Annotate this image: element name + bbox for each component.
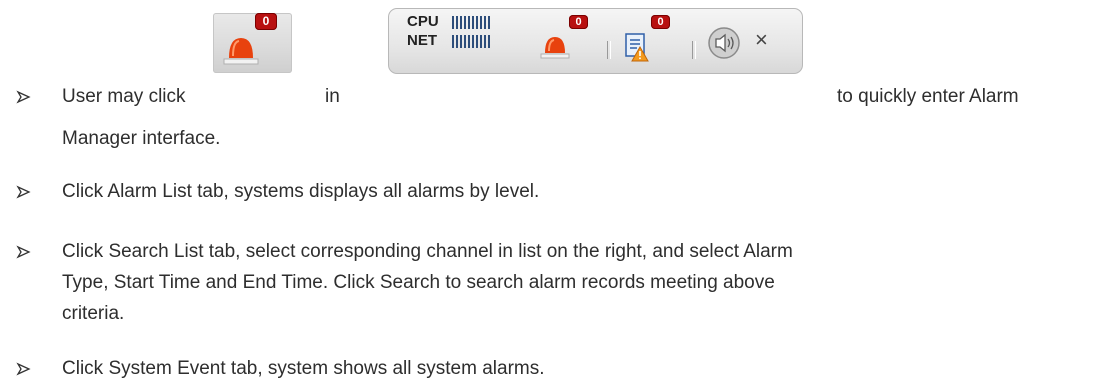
- status-toolbar: CPU NET 0 0 ×: [388, 8, 803, 74]
- alarm-count-badge: 0: [569, 15, 588, 29]
- instruction-text: criteria.: [62, 303, 125, 324]
- bullet-arrow-icon: [16, 362, 31, 376]
- instruction-text: User may click: [62, 86, 186, 107]
- siren-icon: [540, 37, 570, 59]
- cpu-label: CPU: [407, 13, 439, 30]
- toolbar-sound-button[interactable]: [707, 26, 741, 60]
- siren-icon: [223, 38, 259, 65]
- instruction-text: Click Search List tab, select correspond…: [62, 241, 793, 262]
- instruction-text: in: [325, 86, 340, 107]
- net-label: NET: [407, 32, 437, 49]
- event-count-badge: 0: [651, 15, 670, 29]
- bullet-arrow-icon: [16, 245, 31, 259]
- alarm-count-badge: 0: [255, 13, 277, 30]
- toolbar-event-button[interactable]: 0: [623, 15, 683, 65]
- instruction-text: to quickly enter Alarm: [837, 86, 1019, 107]
- toolbar-separator: [692, 41, 696, 59]
- instruction-text: Manager interface.: [62, 128, 221, 149]
- instruction-text: Type, Start Time and End Time. Click Sea…: [62, 272, 775, 293]
- instruction-text: Click System Event tab, system shows all…: [62, 358, 545, 379]
- alarm-manager-button[interactable]: 0: [213, 13, 292, 73]
- bullet-arrow-icon: [16, 185, 31, 199]
- cpu-meter: [452, 16, 490, 29]
- close-icon[interactable]: ×: [755, 28, 768, 52]
- speaker-icon: [708, 27, 740, 59]
- toolbar-alarm-button[interactable]: 0: [539, 15, 599, 65]
- toolbar-separator: [607, 41, 611, 59]
- bullet-arrow-icon: [16, 90, 31, 104]
- instruction-text: Click Alarm List tab, systems displays a…: [62, 181, 540, 202]
- net-meter: [452, 35, 490, 48]
- event-log-warning-icon: [625, 33, 649, 62]
